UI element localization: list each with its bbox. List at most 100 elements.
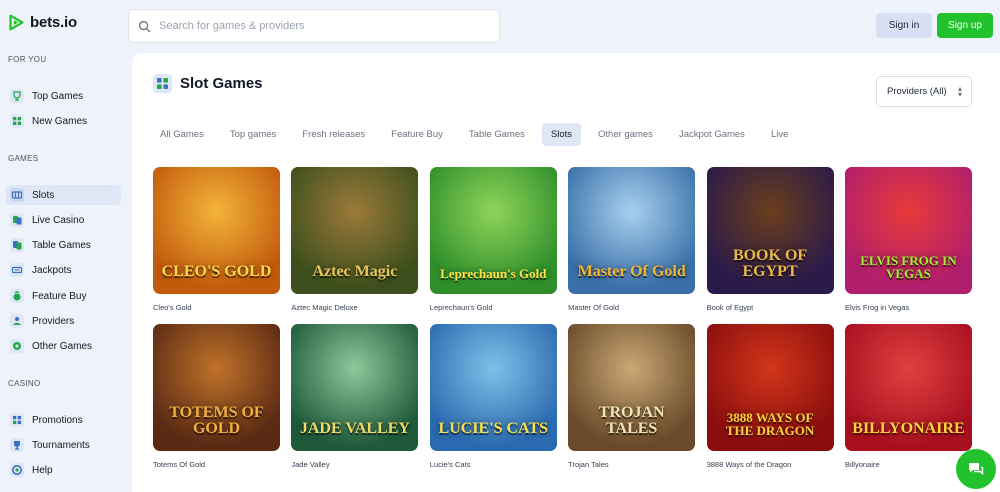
game-logo-art: Aztec Magic (312, 263, 398, 280)
sidebar-item-promotions[interactable]: Promotions (6, 410, 121, 430)
sidebar-item-label: Slots (32, 189, 55, 201)
game-card[interactable]: LUCIE'S CATS Lucie's Cats (429, 324, 557, 472)
tab-fresh-releases[interactable]: Fresh releases (293, 123, 374, 146)
game-logo-art: CLEO'S GOLD (161, 263, 272, 280)
chevron-up-down-icon: ▴ ▾ (957, 84, 962, 99)
sidebar: bets.io FOR YOU Top Games New Games GAME… (0, 0, 130, 492)
game-title[interactable]: Cleo's Gold (153, 303, 280, 315)
sidebar-item-label: Table Games (32, 239, 91, 251)
tab-all-games[interactable]: All Games (151, 123, 213, 146)
grid-icon (153, 74, 172, 93)
jackpot-icon (10, 263, 24, 277)
game-logo-art: TOTEMS OF GOLD (169, 404, 264, 437)
chat-icon (969, 463, 984, 475)
sidebar-item-providers[interactable]: Providers (6, 311, 121, 331)
sidebar-item-label: Other Games (32, 340, 93, 352)
providers-select[interactable]: Providers (All) ▴ ▾ (876, 76, 972, 107)
game-card[interactable]: ELVIS FROG IN VEGAS Elvis Frog in Vegas (844, 167, 972, 315)
sidebar-item-slots[interactable]: Slots (6, 185, 121, 205)
game-logo-art: Master Of Gold (577, 263, 686, 280)
game-title[interactable]: Totems Of Gold (153, 460, 280, 472)
game-thumbnail[interactable]: BOOK OF EGYPT (706, 167, 834, 294)
sidebar-item-label: Help (32, 464, 53, 476)
game-card[interactable]: CLEO'S GOLD Cleo's Gold (153, 167, 280, 315)
sidebar-item-label: Promotions (32, 414, 83, 426)
tab-other-games[interactable]: Other games (589, 123, 662, 146)
game-card[interactable]: 3888 WAYS OF THE DRAGON 3888 Ways of the … (706, 324, 834, 472)
user-icon (10, 314, 24, 328)
game-title[interactable]: Jade Valley (291, 460, 418, 472)
game-title[interactable]: Elvis Frog in Vegas (845, 303, 972, 315)
chat-button[interactable] (956, 449, 996, 489)
game-thumbnail[interactable]: JADE VALLEY (291, 324, 419, 451)
game-card[interactable]: BOOK OF EGYPT Book of Egypt (706, 167, 834, 315)
game-card[interactable]: Aztec Magic Aztec Magic Deluxe (291, 167, 419, 315)
tab-slots[interactable]: Slots (541, 123, 582, 146)
game-thumbnail[interactable]: LUCIE'S CATS (429, 324, 557, 451)
game-title[interactable]: Trojan Tales (568, 460, 695, 472)
cards-icon (10, 213, 24, 227)
game-title[interactable]: Lucie's Cats (430, 460, 557, 472)
game-thumbnail[interactable]: BILLYONAIRE (844, 324, 972, 451)
game-card[interactable]: BILLYONAIRE Billyonaire (844, 324, 972, 472)
game-thumbnail[interactable]: CLEO'S GOLD (153, 167, 280, 294)
game-title[interactable]: 3888 Ways of the Dragon (707, 460, 834, 472)
game-thumbnail[interactable]: TOTEMS OF GOLD (153, 324, 280, 451)
sidebar-item-new-games[interactable]: New Games (6, 111, 121, 131)
sidebar-item-jackpots[interactable]: Jackpots (6, 260, 121, 280)
game-card[interactable]: TROJAN TALES Trojan Tales (568, 324, 696, 472)
game-title[interactable]: Leprechaun's Gold (430, 303, 557, 315)
sidebar-item-label: Providers (32, 315, 75, 327)
game-thumbnail[interactable]: ELVIS FROG IN VEGAS (844, 167, 972, 294)
providers-select-value: Providers (All) (887, 86, 947, 97)
sidebar-item-label: Tournaments (32, 439, 90, 451)
search-box[interactable] (128, 9, 500, 43)
sign-in-button[interactable]: Sign in (876, 13, 932, 38)
game-card[interactable]: TOTEMS OF GOLD Totems Of Gold (153, 324, 280, 472)
game-title[interactable]: Book of Egypt (707, 303, 834, 315)
tab-live[interactable]: Live (762, 123, 797, 146)
game-thumbnail[interactable]: Aztec Magic (291, 167, 419, 294)
bag-icon (10, 289, 24, 303)
section-title-casino: CASINO (8, 379, 41, 388)
game-title[interactable]: Aztec Magic Deluxe (291, 303, 418, 315)
sidebar-item-label: Feature Buy (32, 290, 87, 302)
search-input[interactable] (159, 20, 479, 32)
game-card[interactable]: JADE VALLEY Jade Valley (291, 324, 419, 472)
game-title[interactable]: Master Of Gold (568, 303, 695, 315)
sidebar-item-other-games[interactable]: Other Games (6, 336, 121, 356)
game-logo-art: BILLYONAIRE (852, 420, 965, 437)
sidebar-item-label: Top Games (32, 90, 84, 102)
game-title[interactable]: Billyonaire (845, 460, 972, 472)
sign-up-button[interactable]: Sign up (937, 13, 993, 38)
game-logo-art: Leprechaun's Gold (440, 266, 547, 281)
game-card[interactable]: Leprechaun's Gold Leprechaun's Gold (429, 167, 557, 315)
sidebar-item-tournaments[interactable]: Tournaments (6, 435, 121, 455)
game-card[interactable]: Master Of Gold Master Of Gold (568, 167, 696, 315)
tab-table-games[interactable]: Table Games (460, 123, 534, 146)
sidebar-item-label: Live Casino (32, 214, 85, 226)
game-thumbnail[interactable]: Leprechaun's Gold (429, 167, 557, 294)
game-thumbnail[interactable]: Master Of Gold (568, 167, 696, 294)
tab-feature-buy[interactable]: Feature Buy (382, 123, 452, 146)
sidebar-item-live-casino[interactable]: Live Casino (6, 210, 121, 230)
game-logo-art: JADE VALLEY (299, 420, 410, 437)
sidebar-item-table-games[interactable]: Table Games (6, 235, 121, 255)
sidebar-item-top-games[interactable]: Top Games (6, 86, 121, 106)
game-logo-art: TROJAN TALES (598, 404, 665, 437)
table-icon (10, 238, 24, 252)
grid-icon (10, 114, 24, 128)
game-thumbnail[interactable]: 3888 WAYS OF THE DRAGON (706, 324, 834, 451)
slots-icon (10, 188, 24, 202)
sidebar-item-help[interactable]: Help (6, 460, 121, 480)
trophy-icon (10, 89, 24, 103)
tab-jackpot-games[interactable]: Jackpot Games (670, 123, 754, 146)
brand-logo[interactable]: bets.io (8, 14, 77, 31)
section-title-games: GAMES (8, 154, 39, 163)
game-thumbnail[interactable]: TROJAN TALES (568, 324, 696, 451)
tab-top-games[interactable]: Top games (221, 123, 285, 146)
cup-icon (10, 438, 24, 452)
sidebar-item-feature-buy[interactable]: Feature Buy (6, 286, 121, 306)
main-panel: Slot Games Providers (All) ▴ ▾ All Games … (132, 53, 1000, 492)
page-header: Slot Games (153, 74, 263, 93)
